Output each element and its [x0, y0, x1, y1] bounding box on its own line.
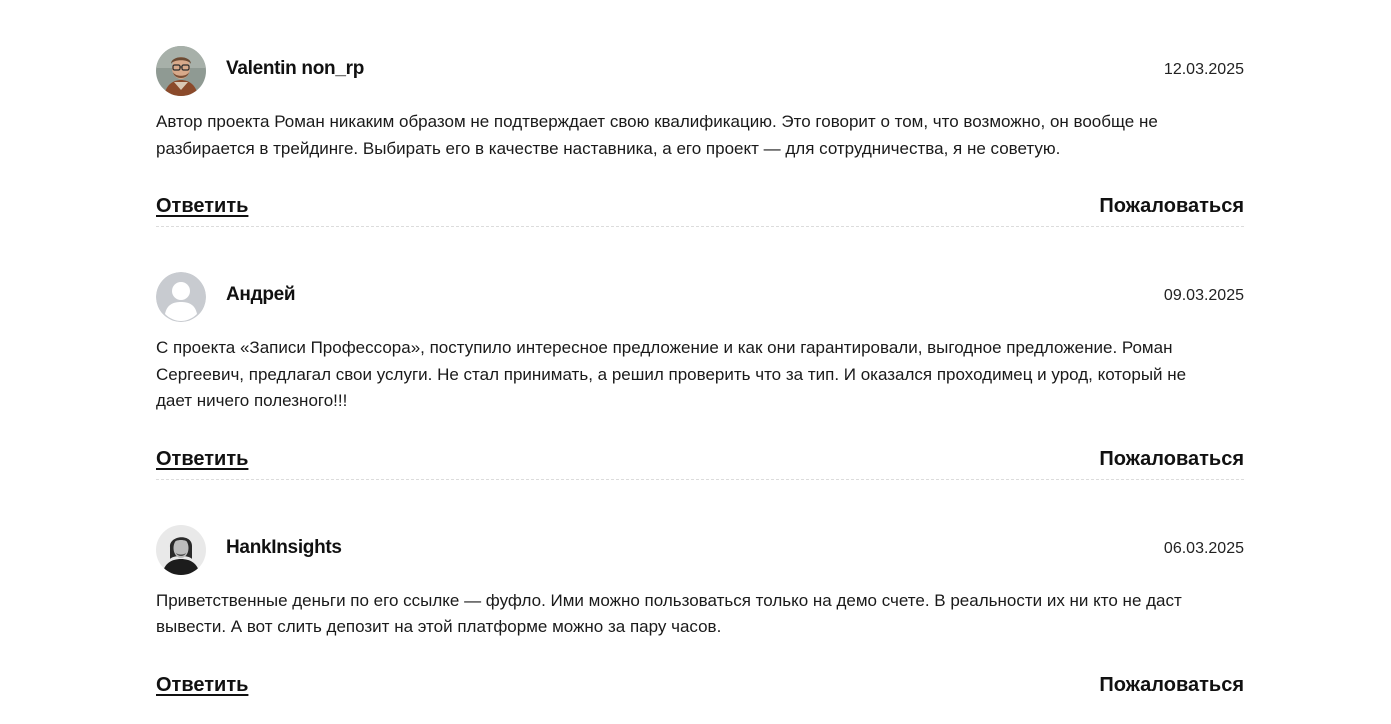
reply-link[interactable]: Ответить	[156, 448, 248, 471]
reply-link[interactable]: Ответить	[156, 195, 248, 218]
comment-author: Valentin non_rp	[226, 58, 365, 79]
comments-list: Valentin non_rp 12.03.2025 Автор проекта…	[156, 46, 1244, 698]
user-avatar[interactable]	[156, 46, 206, 96]
comment-divider	[156, 478, 1244, 480]
comment-date: 06.03.2025	[1163, 539, 1244, 557]
comment-item: HankInsights 06.03.2025 Приветственные д…	[156, 524, 1244, 698]
report-link[interactable]: Пожаловаться	[1099, 195, 1244, 218]
comment-header: HankInsights 06.03.2025	[156, 524, 1244, 575]
comment-item: Valentin non_rp 12.03.2025 Автор проекта…	[156, 46, 1244, 227]
comment-header: Valentin non_rp 12.03.2025	[156, 46, 1244, 96]
comment-author: HankInsights	[226, 536, 342, 558]
comment-text: Приветственные деньги по его ссылке — фу…	[156, 590, 1182, 637]
comment-date: 12.03.2025	[1163, 61, 1244, 78]
default-user-icon[interactable]	[156, 272, 206, 322]
comment-date: 09.03.2025	[1163, 287, 1244, 304]
comment-item: Андрей 09.03.2025 С проекта «Записи Проф…	[156, 272, 1244, 480]
comment-actions: Ответить Пожаловаться	[156, 674, 1244, 698]
report-link[interactable]: Пожаловаться	[1099, 448, 1244, 471]
comment-author: Андрей	[226, 284, 296, 305]
user-avatar[interactable]	[156, 524, 206, 575]
reply-link[interactable]: Ответить	[156, 674, 248, 697]
report-link[interactable]: Пожаловаться	[1099, 674, 1244, 697]
comment-divider	[156, 226, 1244, 227]
comment-header: Андрей 09.03.2025	[156, 272, 1244, 322]
comment-actions: Ответить Пожаловаться	[156, 448, 1244, 472]
comment-actions: Ответить Пожаловаться	[156, 195, 1244, 219]
page: Valentin non_rp 12.03.2025 Автор проекта…	[0, 0, 1391, 724]
comment-text: Автор проекта Роман никаким образом не п…	[156, 112, 1158, 158]
comment-text: С проекта «Записи Профессора», поступило…	[156, 338, 1187, 410]
